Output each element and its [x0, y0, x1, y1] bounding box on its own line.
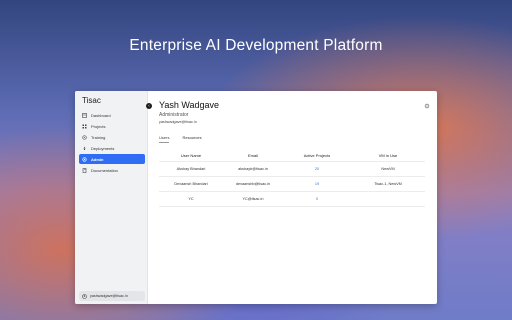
table-row[interactable]: YC YC@tisac.in 0	[159, 192, 425, 207]
cell-email: akshayb@tisac.in	[238, 167, 268, 171]
user-icon	[82, 293, 87, 299]
dashboard-icon	[82, 112, 87, 118]
grid-icon	[82, 124, 87, 129]
sidebar-item-admin[interactable]: Admin	[79, 154, 145, 164]
cell-user-name: Akshay Bhandari	[176, 167, 206, 171]
sidebar: Tisac Dashboard Projects Training Deploy…	[75, 91, 148, 304]
cell-active-projects[interactable]: 20	[283, 167, 351, 171]
tab-resources[interactable]: Resources	[182, 135, 201, 143]
main-content: Yash Wadgave Administrator yashwadgave@t…	[159, 91, 429, 304]
profile-email: yashwadgave@tisac.in	[159, 120, 197, 124]
cell-email: devaanshb@tisac.in	[235, 182, 271, 186]
profile-role: Administrator	[159, 112, 189, 118]
sidebar-item-label: Deployments	[91, 145, 115, 151]
sidebar-nav: Dashboard Projects Training Deployments …	[79, 110, 145, 176]
sidebar-item-training[interactable]: Training	[79, 132, 145, 142]
table-row[interactable]: Akshay Bhandari akshayb@tisac.in 20 NewV…	[159, 162, 425, 177]
cell-vm: NewVM	[381, 167, 395, 171]
sidebar-item-label: Dashboard	[91, 112, 111, 118]
tab-users[interactable]: Users	[159, 135, 170, 143]
cell-user-name: YC	[188, 197, 194, 201]
sidebar-item-label: Training	[91, 134, 106, 140]
cell-vm: Tisac-1, NewVM	[374, 182, 402, 186]
hero-title: Enterprise AI Development Platform	[129, 37, 383, 54]
rocket-icon	[82, 146, 87, 151]
collapse-sidebar-button[interactable]: ‹	[146, 103, 152, 109]
brand-logo[interactable]: Tisac	[82, 96, 101, 105]
sidebar-item-label: Projects	[91, 123, 106, 129]
cell-user-name: Devaansh Bhandari	[174, 182, 208, 186]
sidebar-item-documentation[interactable]: Documentation	[79, 165, 145, 175]
table-header: User Name Email Active Projects VM in Us…	[159, 150, 425, 162]
cell-active-projects[interactable]: 19	[283, 182, 351, 186]
tab-bar: Users Resources	[159, 135, 215, 143]
chevron-left-icon: ‹	[148, 103, 150, 108]
profile-name: Yash Wadgave	[159, 100, 220, 110]
column-header[interactable]: Email	[223, 153, 283, 158]
gear-icon	[82, 156, 87, 162]
sidebar-item-label: Documentation	[91, 167, 118, 173]
sidebar-item-deployments[interactable]: Deployments	[79, 143, 145, 153]
cell-active-projects[interactable]: 0	[283, 197, 351, 201]
table-row[interactable]: Devaansh Bhandari devaanshb@tisac.in 19 …	[159, 177, 425, 192]
sidebar-item-projects[interactable]: Projects	[79, 121, 145, 131]
column-header[interactable]: Active Projects	[283, 153, 351, 158]
app-window: Tisac Dashboard Projects Training Deploy…	[75, 91, 437, 304]
book-icon	[82, 167, 87, 173]
column-header[interactable]: VM in Use	[351, 153, 425, 158]
user-email: yashwadgave@tisac.in	[90, 294, 128, 298]
sidebar-item-label: Admin	[91, 156, 104, 162]
user-account-button[interactable]: yashwadgave@tisac.in	[79, 291, 145, 301]
training-icon	[82, 134, 87, 140]
column-header[interactable]: User Name	[159, 153, 223, 158]
sidebar-item-dashboard[interactable]: Dashboard	[79, 110, 145, 120]
cell-email: YC@tisac.in	[242, 197, 264, 201]
users-table: User Name Email Active Projects VM in Us…	[159, 150, 425, 207]
